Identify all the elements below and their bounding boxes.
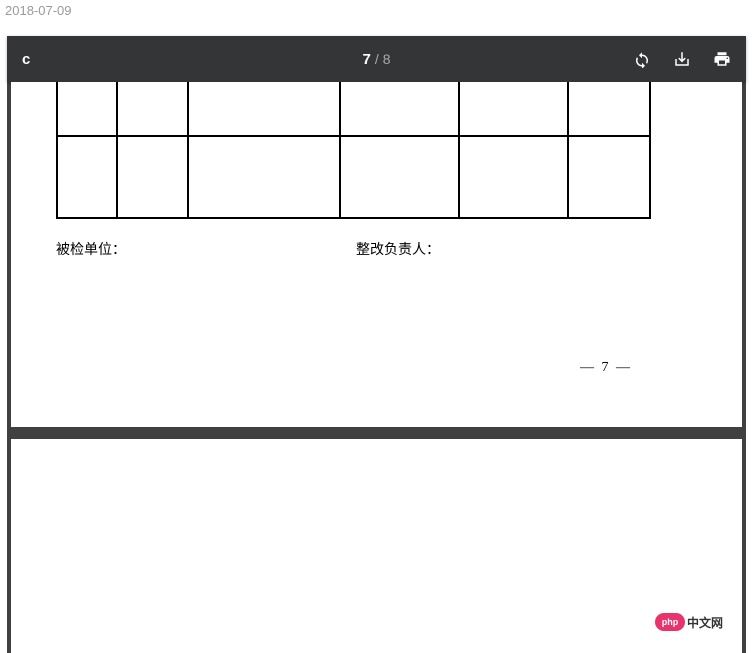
- current-page-number[interactable]: 7: [362, 51, 370, 68]
- inspection-table: [56, 82, 651, 219]
- rotate-icon[interactable]: [633, 50, 651, 68]
- viewer-toolbar: c 7 / 8: [7, 36, 746, 82]
- table-row: [57, 136, 650, 218]
- page-separator: /: [375, 51, 379, 67]
- page-number-footer: — 7 —: [580, 360, 632, 376]
- pages-scroll-area[interactable]: 被检单位： 整改负责人： — 7 —: [7, 82, 746, 653]
- table-row: [57, 82, 650, 136]
- page-indicator: 7 / 8: [142, 51, 611, 68]
- document-page-8: [11, 439, 742, 653]
- site-watermark: php 中文网: [655, 613, 723, 631]
- signature-row: 被检单位： 整改负责人：: [56, 239, 697, 259]
- page-gap: [7, 427, 746, 439]
- document-title: c: [22, 51, 142, 68]
- watermark-text: 中文网: [687, 614, 723, 631]
- download-icon[interactable]: [673, 50, 691, 68]
- inspected-unit-label: 被检单位：: [56, 239, 356, 259]
- header-date: 2018-07-09: [0, 0, 753, 21]
- pdf-viewer: c 7 / 8: [7, 36, 746, 653]
- document-page-7: 被检单位： 整改负责人： — 7 —: [11, 82, 742, 427]
- toolbar-actions: [611, 50, 731, 68]
- php-badge-icon: php: [655, 613, 685, 631]
- print-icon[interactable]: [713, 50, 731, 68]
- total-pages: 8: [383, 51, 391, 67]
- rectification-person-label: 整改负责人：: [356, 239, 440, 259]
